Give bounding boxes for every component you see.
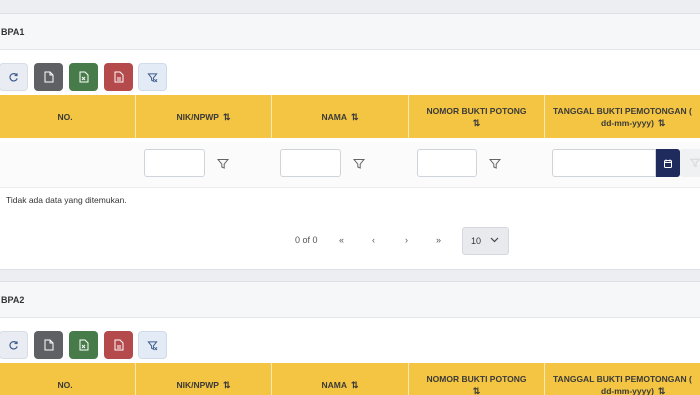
first-page-button[interactable]: « (339, 235, 344, 245)
pdf-icon (114, 71, 123, 83)
filter-icon[interactable] (352, 157, 366, 171)
page-count: 0 of 0 (295, 235, 318, 245)
filter-icon (147, 340, 158, 350)
column-no: NO. (0, 95, 136, 138)
excel-icon (79, 71, 88, 83)
bpa2-panel-header: BPA2 (0, 282, 700, 318)
column-nomor-bukti-potong[interactable]: NOMOR BUKTI POTONG ⇅ (409, 363, 545, 395)
filter-icon[interactable] (216, 157, 230, 171)
refresh-button[interactable] (0, 63, 28, 91)
sort-icon: ⇅ (350, 111, 359, 122)
prev-page-button[interactable]: ‹ (372, 235, 375, 245)
column-nik-npwp[interactable]: NIK/NPWP ⇅ (136, 363, 272, 395)
export-excel-button[interactable] (69, 331, 98, 359)
calendar-icon (664, 159, 672, 168)
page: BPA1 NO. NIK/NPWP ⇅ NAMA ⇅ NOMOR BUKTI P… (0, 0, 700, 395)
refresh-button[interactable] (0, 331, 28, 359)
rows-per-page-value: 10 (471, 236, 482, 246)
pagination: 0 of 0 « ‹ › » 10 (0, 227, 700, 255)
document-icon (44, 339, 53, 351)
rows-per-page-select[interactable]: 10 (462, 227, 509, 255)
nama-filter-input[interactable] (280, 149, 341, 177)
bpa2-panel: BPA2 NO. NIK/NPWP ⇅ NAMA ⇅ NOMOR BUKTI P… (0, 281, 700, 395)
chevron-down-icon (490, 237, 499, 243)
export-document-button[interactable] (34, 63, 63, 91)
last-page-button[interactable]: » (436, 235, 441, 245)
export-pdf-button[interactable] (104, 63, 133, 91)
sort-icon: ⇅ (222, 111, 231, 122)
clear-filter-button[interactable] (138, 63, 167, 91)
bpa1-filter-row (0, 142, 700, 188)
pdf-icon (114, 339, 123, 351)
column-nik-npwp[interactable]: NIK/NPWP ⇅ (136, 95, 272, 138)
sort-icon: ⇅ (350, 379, 359, 390)
bpa1-table-header: NO. NIK/NPWP ⇅ NAMA ⇅ NOMOR BUKTI POTONG ⇅… (0, 95, 700, 138)
sort-icon: ⇅ (657, 385, 666, 395)
column-nama[interactable]: NAMA ⇅ (272, 95, 409, 138)
nomor-bukti-filter-input[interactable] (417, 149, 477, 177)
date-filter-button[interactable] (680, 149, 700, 177)
export-document-button[interactable] (34, 331, 63, 359)
nik-npwp-filter-input[interactable] (144, 149, 205, 177)
bpa2-panel-title: BPA2 (1, 294, 25, 305)
clear-filter-button[interactable] (138, 331, 167, 359)
document-icon (44, 71, 53, 83)
excel-icon (79, 339, 88, 351)
filter-icon (689, 158, 700, 168)
column-tanggal-bukti-pemotongan[interactable]: TANGGAL BUKTI PEMOTONGAN ( dd-mm-yyyy) ⇅ (545, 363, 700, 395)
column-nama[interactable]: NAMA ⇅ (272, 363, 409, 395)
sort-icon: ⇅ (657, 117, 666, 128)
filter-icon[interactable] (488, 157, 502, 171)
refresh-icon (9, 72, 18, 82)
empty-message: Tidak ada data yang ditemukan. (6, 195, 127, 205)
bpa1-panel: BPA1 NO. NIK/NPWP ⇅ NAMA ⇅ NOMOR BUKTI P… (0, 13, 700, 270)
export-pdf-button[interactable] (104, 331, 133, 359)
date-picker-button[interactable] (656, 149, 680, 177)
column-nomor-bukti-potong[interactable]: NOMOR BUKTI POTONG ⇅ (409, 95, 545, 138)
bpa2-table-header: NO. NIK/NPWP ⇅ NAMA ⇅ NOMOR BUKTI POTONG ⇅… (0, 363, 700, 395)
sort-icon: ⇅ (472, 117, 481, 128)
bpa1-panel-header: BPA1 (0, 14, 700, 50)
refresh-icon (9, 340, 18, 350)
sort-icon: ⇅ (472, 385, 481, 395)
export-excel-button[interactable] (69, 63, 98, 91)
tanggal-filter-input[interactable] (552, 149, 656, 177)
column-no: NO. (0, 363, 136, 395)
next-page-button[interactable]: › (405, 235, 408, 245)
sort-icon: ⇅ (222, 379, 231, 390)
filter-icon (147, 72, 158, 82)
column-tanggal-bukti-pemotongan[interactable]: TANGGAL BUKTI PEMOTONGAN ( dd-mm-yyyy) ⇅ (545, 95, 700, 138)
bpa1-panel-title: BPA1 (1, 26, 25, 37)
